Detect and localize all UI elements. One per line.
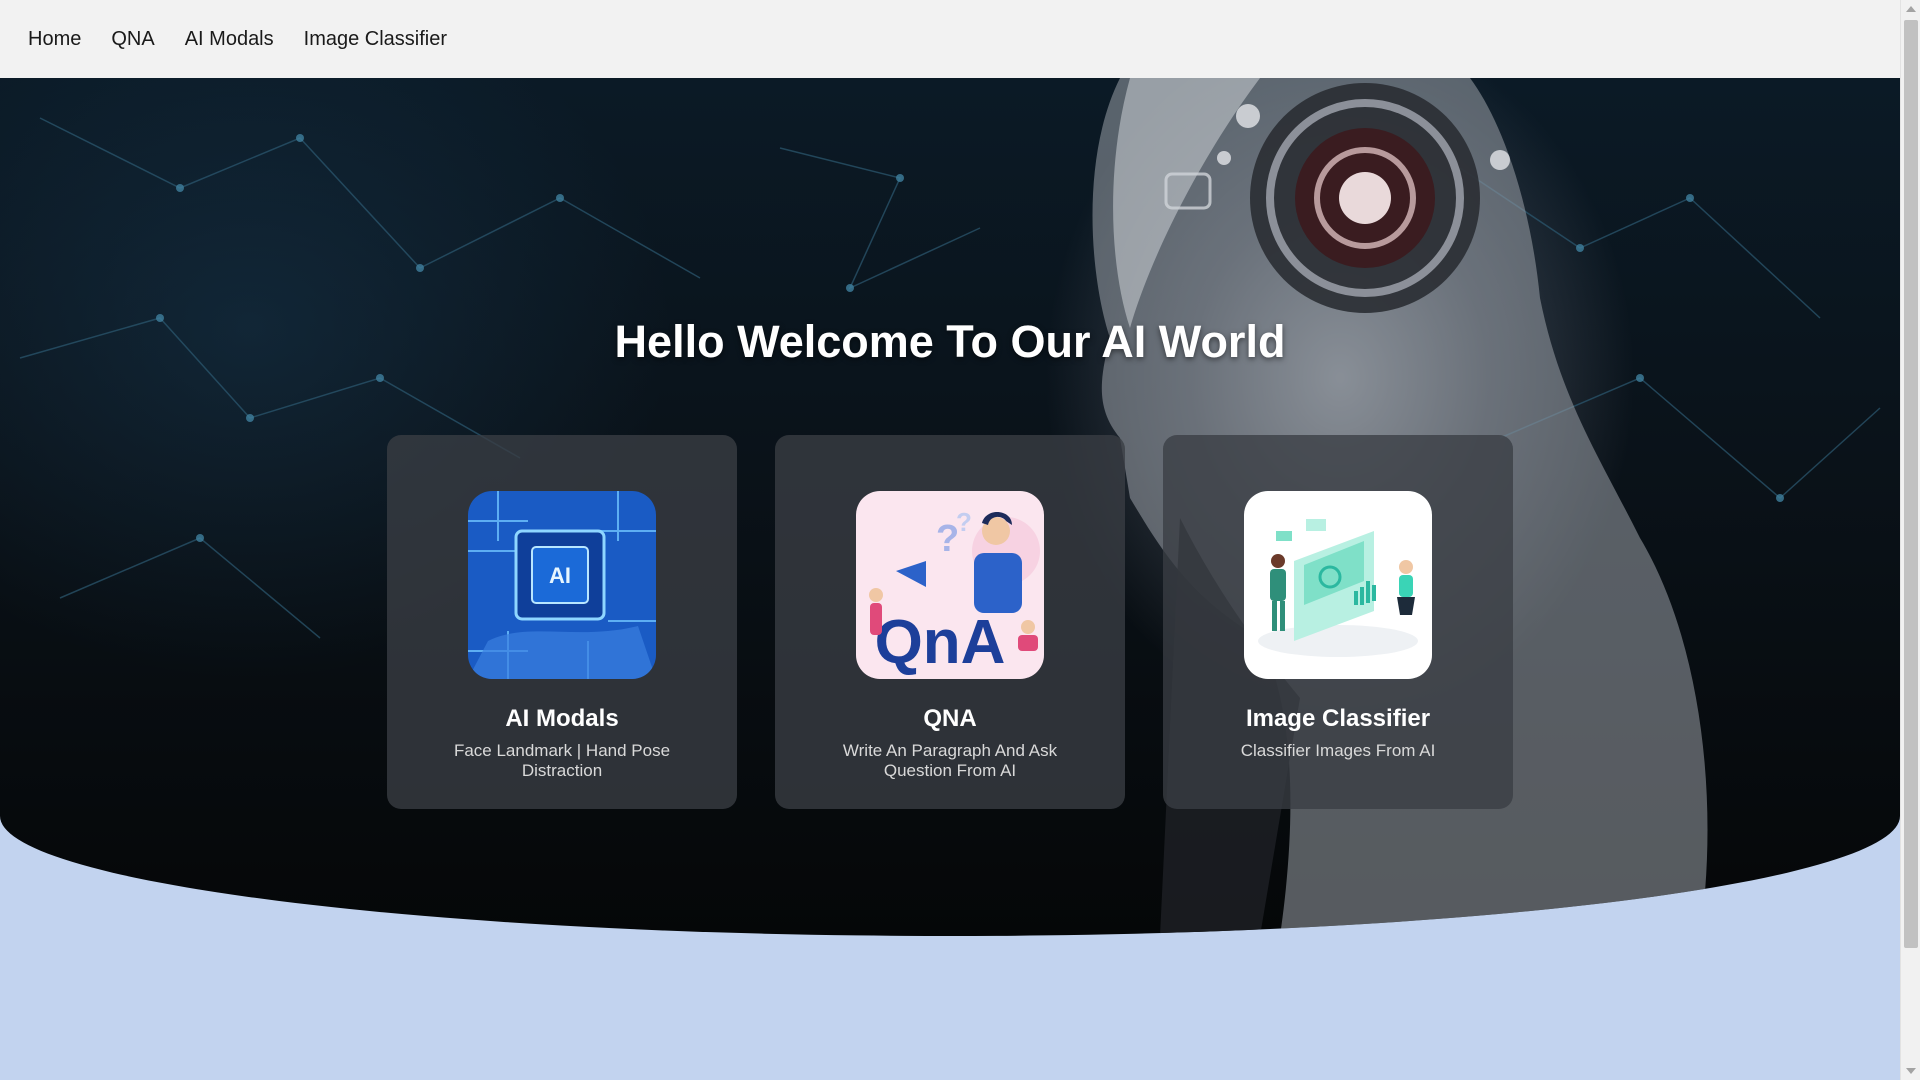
- card-title: AI Modals: [505, 705, 619, 732]
- ai-chip-image: AI: [468, 491, 656, 679]
- feature-cards: AI AI Modals Face Landmark | Hand Pose D…: [387, 435, 1513, 809]
- nav-home-link[interactable]: Home: [28, 28, 81, 51]
- nav-image-classifier-link[interactable]: Image Classifier: [304, 28, 447, 51]
- card-description: Face Landmark | Hand Pose Distraction: [453, 741, 671, 780]
- scroll-up-arrow-icon[interactable]: [1906, 6, 1916, 12]
- top-navbar: Home QNA AI Modals Image Classifier: [0, 0, 1900, 78]
- scrollbar-thumb[interactable]: [1904, 20, 1918, 948]
- ai-chip-text: AI: [549, 563, 571, 588]
- qna-illustration-image: ? ? QnA: [856, 491, 1044, 679]
- hero-title: Hello Welcome To Our AI World: [614, 316, 1286, 367]
- hero-section: Hello Welcome To Our AI World AI AI Moda…: [0, 78, 1900, 936]
- scroll-down-arrow-icon[interactable]: [1906, 1068, 1916, 1074]
- svg-text:?: ?: [956, 507, 972, 537]
- card-title: QNA: [923, 705, 977, 732]
- card-ai-modals[interactable]: AI AI Modals Face Landmark | Hand Pose D…: [387, 435, 737, 809]
- qna-image-text: QnA: [875, 608, 1006, 677]
- nav-ai-modals-link[interactable]: AI Modals: [185, 28, 274, 51]
- card-title: Image Classifier: [1245, 705, 1431, 732]
- card-image-classifier[interactable]: Image Classifier Classifier Images From …: [1163, 435, 1513, 809]
- card-qna[interactable]: ? ? QnA QNA Write An Paragraph And Ask Q…: [775, 435, 1125, 809]
- vertical-scrollbar[interactable]: [1900, 0, 1920, 1080]
- data-dashboard-illustration-image: [1244, 491, 1432, 679]
- card-description: Write An Paragraph And Ask Question From…: [842, 741, 1058, 780]
- nav-qna-link[interactable]: QNA: [111, 28, 154, 51]
- card-description: Classifier Images From AI: [1240, 741, 1436, 760]
